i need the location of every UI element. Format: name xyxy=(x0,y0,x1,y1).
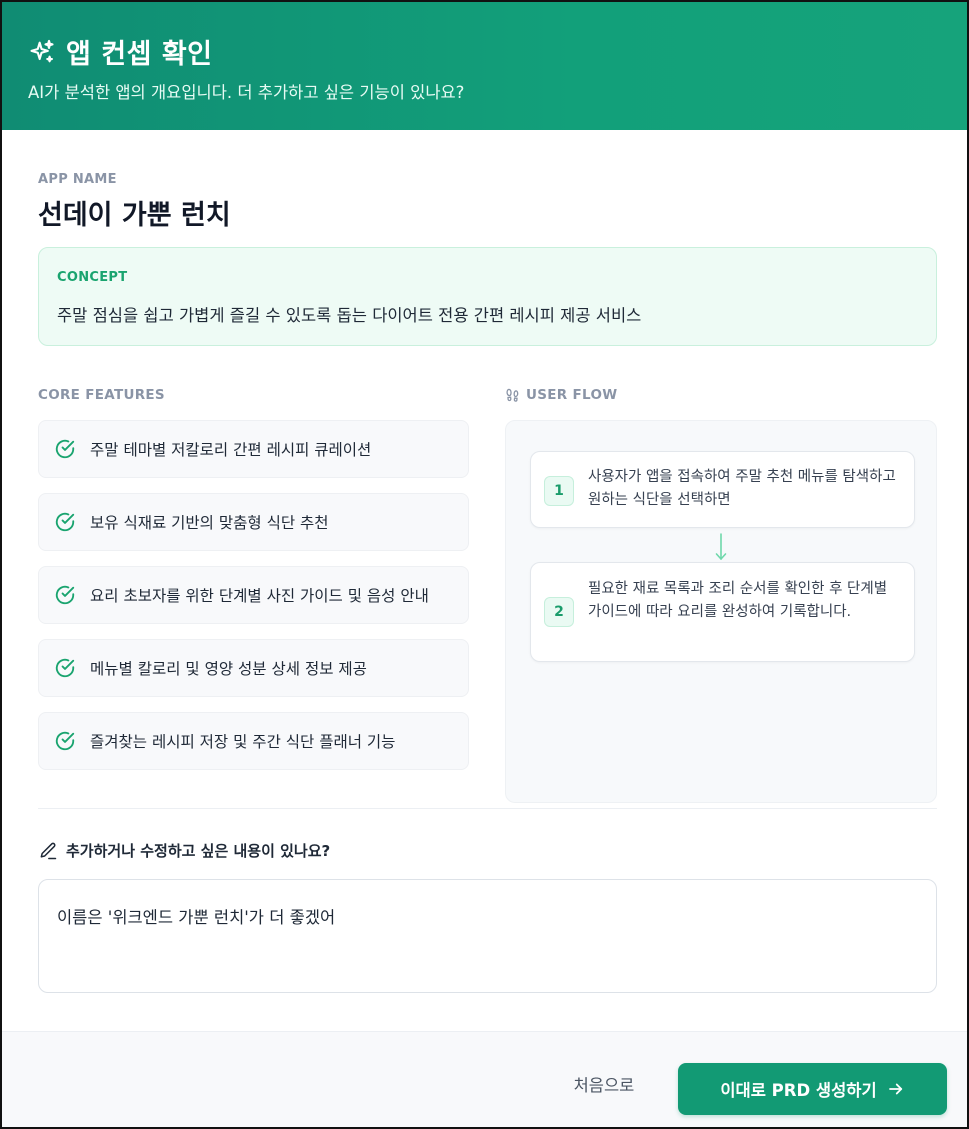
flow-step-card: 2 필요한 재료 목록과 조리 순서를 확인한 후 단계별 가이드에 따라 요리… xyxy=(530,562,915,662)
app-name: 선데이 가뿐 런치 xyxy=(38,200,231,231)
concept-box: CONCEPT 주말 점심을 쉽고 가볍게 즐길 수 있도록 돕는 다이어트 전… xyxy=(38,247,937,346)
feature-item: 즐겨찾는 레시피 저장 및 주간 식단 플래너 기능 xyxy=(38,712,469,770)
dialog-subtitle: AI가 분석한 앱의 개요입니다. 더 추가하고 싶은 기능이 있나요? xyxy=(28,83,465,102)
check-circle-icon xyxy=(55,585,75,605)
flow-step-card: 1 사용자가 앱을 접속하여 주말 추천 메뉴를 탐색하고 원하는 식단을 선택… xyxy=(530,451,915,528)
check-circle-icon xyxy=(55,512,75,532)
feature-item: 요리 초보자를 위한 단계별 사진 가이드 및 음성 안내 xyxy=(38,566,469,624)
section-divider xyxy=(38,808,937,809)
check-circle-icon xyxy=(55,658,75,678)
concept-dialog: 앱 컨셉 확인 AI가 분석한 앱의 개요입니다. 더 추가하고 싶은 기능이 … xyxy=(0,0,969,1129)
feature-text: 즐겨찾는 레시피 저장 및 주간 식단 플래너 기능 xyxy=(90,733,396,751)
feature-item: 보유 식재료 기반의 맞춤형 식단 추천 xyxy=(38,493,469,551)
generate-prd-button[interactable]: 이대로 PRD 생성하기 xyxy=(678,1063,947,1115)
edit-textarea[interactable]: 이름은 '위크엔드 가뿐 런치'가 더 좋겠어 xyxy=(38,879,937,993)
step-number-badge: 2 xyxy=(544,597,574,627)
step-text: 사용자가 앱을 접속하여 주말 추천 메뉴를 탐색하고 원하는 식단을 선택하면 xyxy=(588,469,896,508)
user-flow-panel: 1 사용자가 앱을 접속하여 주말 추천 메뉴를 탐색하고 원하는 식단을 선택… xyxy=(505,420,937,803)
feature-text: 메뉴별 칼로리 및 영양 성분 상세 정보 제공 xyxy=(90,660,367,678)
step-text: 필요한 재료 목록과 조리 순서를 확인한 후 단계별 가이드에 따라 요리를 … xyxy=(588,581,888,620)
feature-text: 주말 테마별 저칼로리 간편 레시피 큐레이션 xyxy=(90,441,372,459)
feature-item: 주말 테마별 저칼로리 간편 레시피 큐레이션 xyxy=(38,420,469,478)
feature-item: 메뉴별 칼로리 및 영양 성분 상세 정보 제공 xyxy=(38,639,469,697)
dialog-footer: 처음으로 이대로 PRD 생성하기 xyxy=(2,1031,967,1127)
feature-text: 요리 초보자를 위한 단계별 사진 가이드 및 음성 안내 xyxy=(90,587,429,605)
sparkles-icon xyxy=(30,39,54,62)
check-circle-icon xyxy=(55,439,75,459)
check-circle-icon xyxy=(55,731,75,751)
core-features-label: CORE FEATURES xyxy=(38,387,165,403)
dialog-title: 앱 컨셉 확인 xyxy=(66,39,213,70)
arrow-right-icon xyxy=(888,1083,902,1095)
edit-prompt-text: 추가하거나 수정하고 싶은 내용이 있나요? xyxy=(66,842,331,860)
title-row: 앱 컨셉 확인 xyxy=(28,32,213,71)
back-to-start-button[interactable]: 처음으로 xyxy=(550,1064,658,1104)
footprints-icon xyxy=(506,388,519,402)
arrow-down-icon xyxy=(715,533,727,560)
user-flow-label-text: USER FLOW xyxy=(526,387,618,403)
core-features-label-text: CORE FEATURES xyxy=(38,387,165,403)
user-flow-label: USER FLOW xyxy=(505,387,617,403)
app-name-label: APP NAME xyxy=(38,172,117,187)
concept-text: 주말 점심을 쉽고 가볍게 즐길 수 있도록 돕는 다이어트 전용 간편 레시피… xyxy=(57,306,642,325)
dialog-header: 앱 컨셉 확인 AI가 분석한 앱의 개요입니다. 더 추가하고 싶은 기능이 … xyxy=(2,2,967,130)
pencil-icon xyxy=(40,842,57,859)
edit-prompt: 추가하거나 수정하고 싶은 내용이 있나요? xyxy=(38,840,330,861)
concept-label: CONCEPT xyxy=(57,270,128,285)
feature-text: 보유 식재료 기반의 맞춤형 식단 추천 xyxy=(90,514,329,532)
step-number-badge: 1 xyxy=(544,476,574,506)
generate-prd-label: 이대로 PRD 생성하기 xyxy=(720,1081,877,1100)
